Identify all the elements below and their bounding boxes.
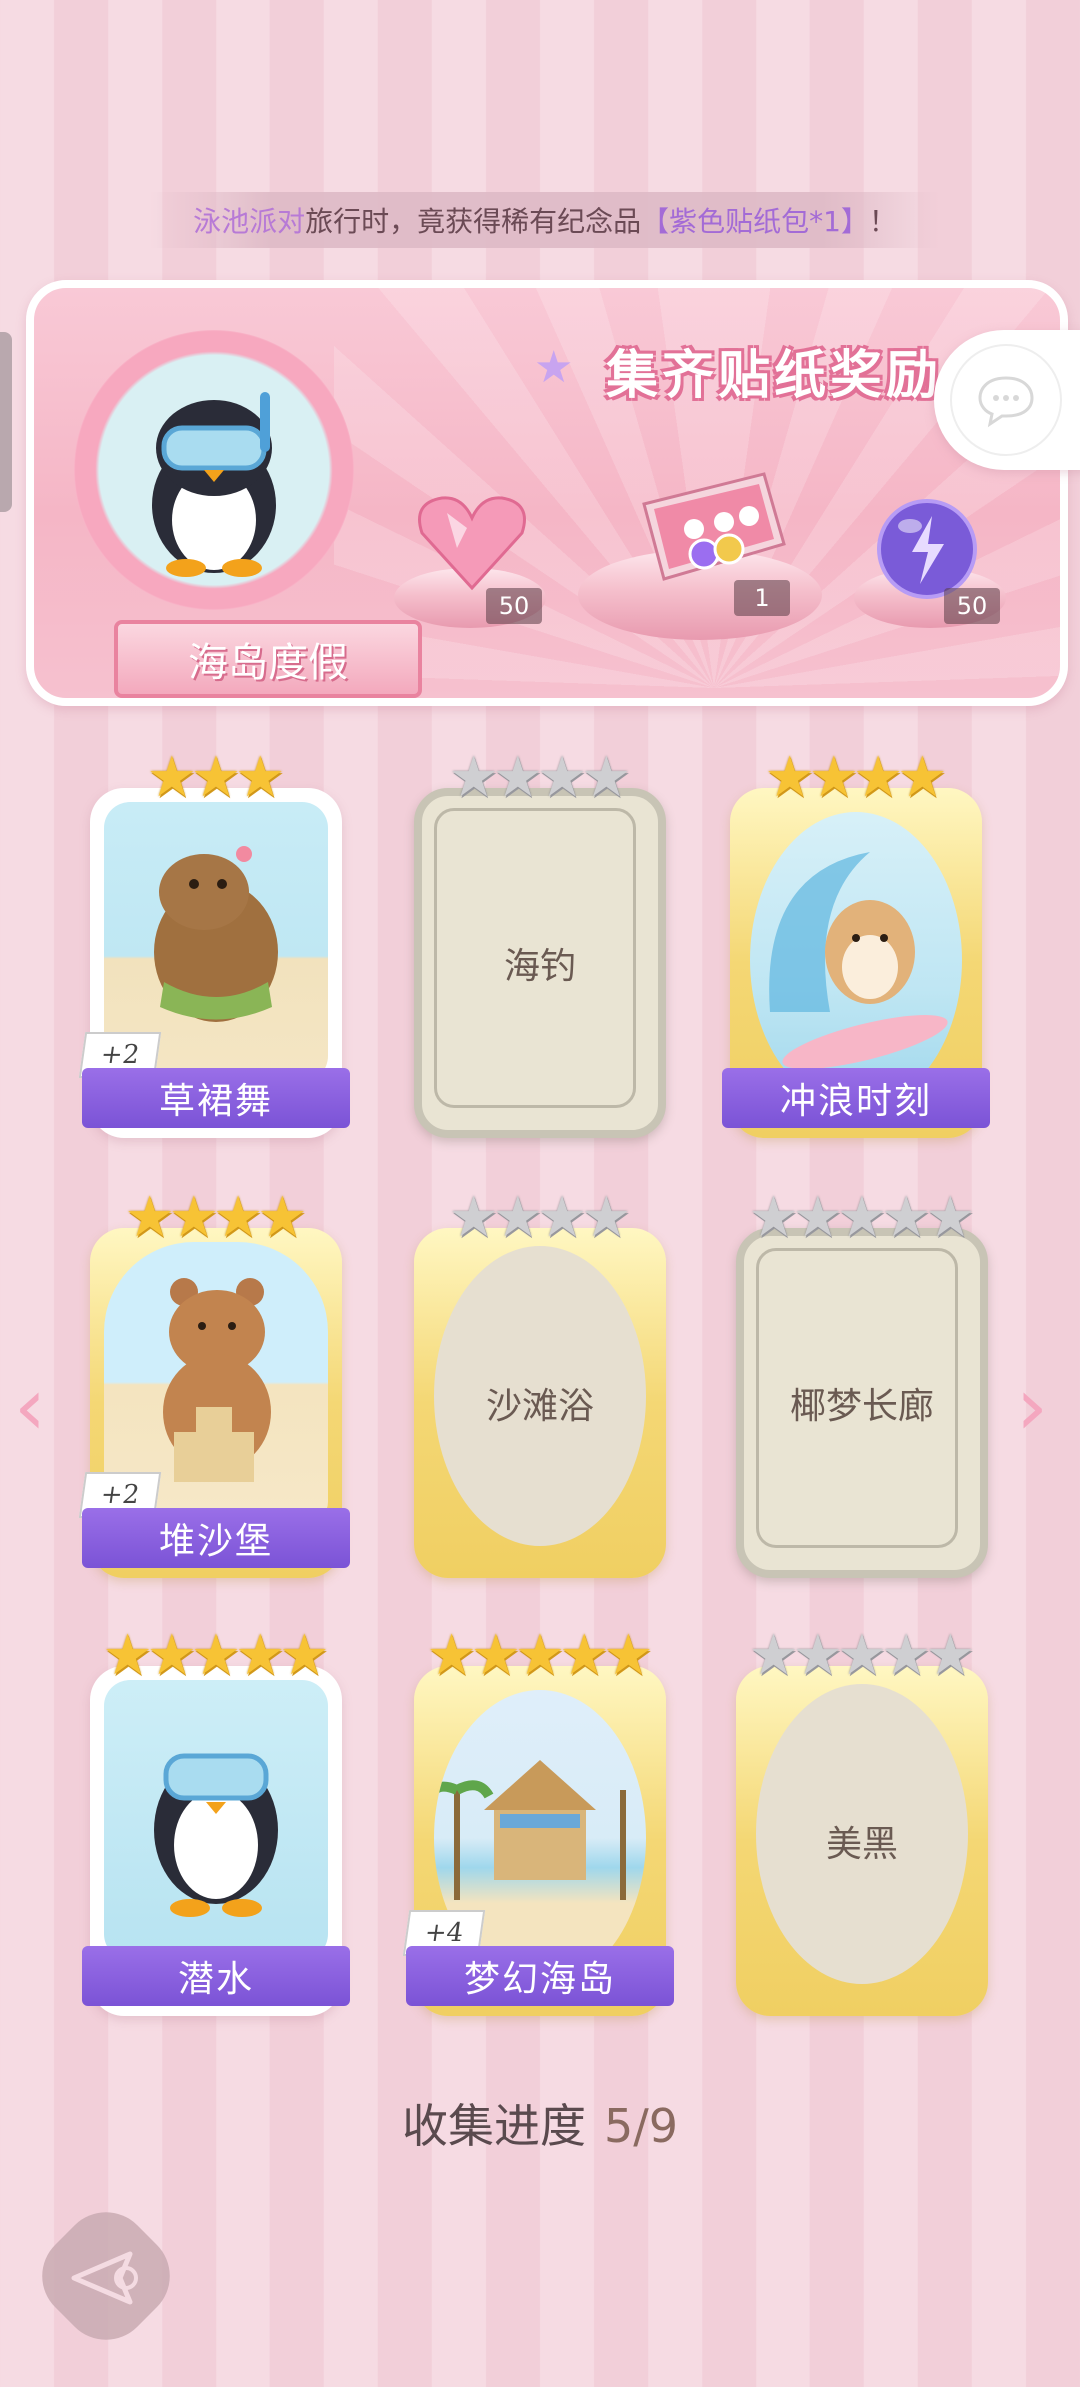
card-name: 美黑 — [825, 1824, 898, 1865]
side-drawer-handle[interactable] — [0, 332, 12, 512]
sticker-card-surfing-moment[interactable]: ★ ★ ★ ★ 冲浪时刻 — [722, 750, 990, 1138]
card-name: 海钓 — [503, 946, 576, 987]
sticker-gift-box-icon[interactable] — [624, 454, 794, 594]
sticker-card-sunbathing[interactable]: ★ ★ ★ ★ 沙滩浴 — [414, 1190, 666, 1578]
collection-progress: 收集进度 5/9 — [0, 2090, 1080, 2156]
sticker-card-coconut-corridor[interactable]: ★ ★ ★ ★ ★ 椰梦长廊 — [736, 1190, 988, 1578]
news-event-name: 泳池派对 — [193, 205, 306, 238]
card-name: 椰梦长廊 — [789, 1386, 934, 1427]
sticker-card-dream-island[interactable]: ★ ★ ★ ★ ★ +4 梦幻海岛 — [402, 1628, 674, 2016]
sticker-card-sandcastle[interactable]: ★ ★ ★ ★ +2 堆沙堡 — [78, 1190, 350, 1578]
star-rating: ★ ★ ★ ★ ★ — [102, 1623, 330, 1688]
chat-bubble-icon — [978, 376, 1034, 428]
card-name: 潜水 — [82, 1946, 350, 2006]
progress-label: 收集进度 — [401, 2099, 586, 2153]
progress-value: 5/9 — [603, 2099, 679, 2153]
back-arrow-icon — [71, 2251, 138, 2305]
news-exclaim: ！ — [868, 205, 897, 238]
card-name: 草裙舞 — [82, 1068, 350, 1128]
star-rating: ★ ★ ★ — [146, 745, 286, 810]
penguin-diving-icon — [154, 1753, 278, 1917]
penguin-icon — [152, 392, 276, 577]
card-name: 冲浪时刻 — [722, 1068, 990, 1128]
news-item-name: 【紫色贴纸包*1】 — [641, 205, 869, 238]
sticker-card-diving[interactable]: ★ ★ ★ ★ ★ 潜水 — [82, 1628, 350, 2016]
star-rating: ★ ★ ★ ★ ★ — [426, 1623, 654, 1688]
album-avatar: 海岛度假 — [74, 330, 422, 698]
reward-panel: ★ 集齐贴纸奖励 海岛度假 50 1 50 — [26, 280, 1068, 706]
hamster-surfing-icon — [769, 852, 948, 1069]
card-name: 梦幻海岛 — [406, 1946, 674, 2006]
news-text: 旅行时，竟获得稀有纪念品 — [305, 205, 642, 238]
album-name-ribbon: 海岛度假 — [114, 620, 422, 698]
card-name: 堆沙堡 — [82, 1508, 350, 1568]
sticker-card-grass-skirt-dance[interactable]: ★ ★ ★ +2 草裙舞 — [78, 750, 350, 1138]
news-banner: 泳池派对 旅行时，竟获得稀有纪念品 【紫色贴纸包*1】 ！ — [150, 192, 940, 248]
star-rating: ★ ★ ★ ★ — [764, 745, 948, 810]
chevron-left-icon[interactable]: ‹ — [14, 1360, 46, 1453]
reward-qty: 1 — [734, 580, 790, 616]
sticker-card-sea-fishing[interactable]: ★ ★ ★ ★ 海钓 — [414, 750, 666, 1138]
chat-button[interactable] — [934, 330, 1080, 470]
star-rating: ★ ★ ★ ★ — [124, 1185, 308, 1250]
chevron-right-icon[interactable]: › — [1016, 1360, 1048, 1453]
reward-qty: 50 — [486, 588, 542, 624]
reward-title: 集齐贴纸奖励 — [605, 345, 942, 406]
card-name: 沙滩浴 — [485, 1386, 594, 1427]
pink-heart-gem-icon[interactable] — [412, 488, 532, 598]
sticker-card-tanning[interactable]: ★ ★ ★ ★ ★ 美黑 — [736, 1628, 988, 2016]
reward-qty: 50 — [944, 588, 1000, 624]
